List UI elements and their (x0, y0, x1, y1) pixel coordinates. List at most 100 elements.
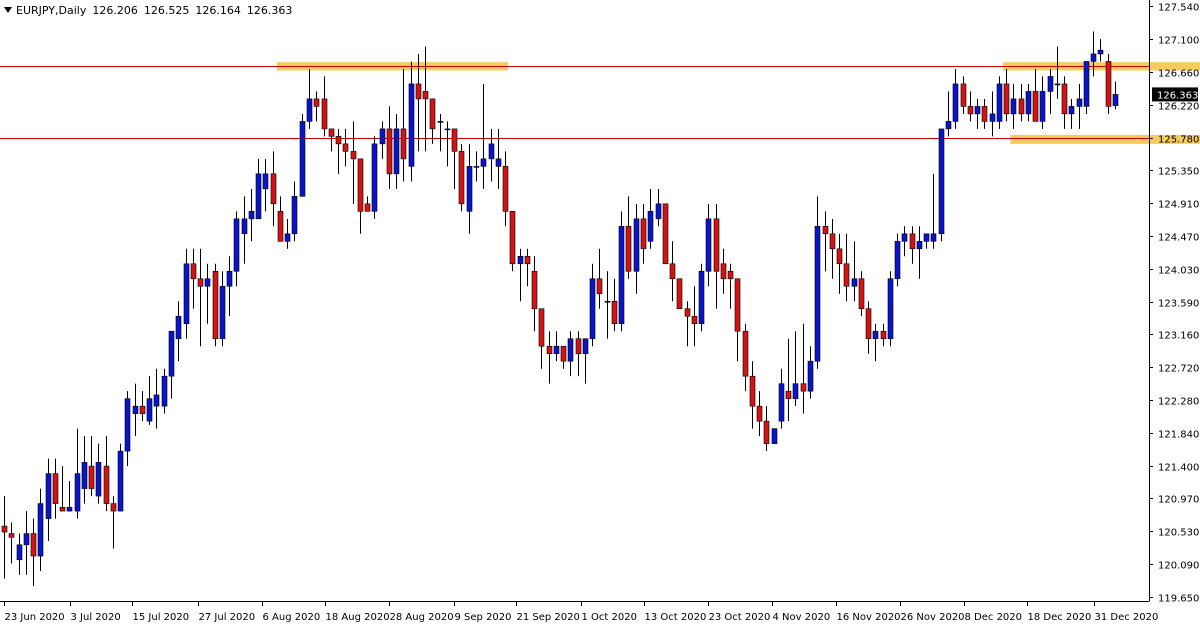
candle-body-bear (800, 383, 807, 392)
x-tick-label: 18 Aug 2020 (326, 612, 390, 623)
x-tick-label: 8 Dec 2020 (965, 612, 1023, 623)
x-tick-label: 23 Oct 2020 (709, 612, 771, 623)
candle-body-bear (335, 136, 342, 145)
candle[interactable] (212, 263, 219, 347)
candle[interactable] (676, 278, 683, 310)
candle-body-bear (458, 151, 465, 205)
candle-body-bull (916, 240, 923, 250)
candle-body-bear (1, 525, 8, 533)
candle[interactable] (1105, 53, 1112, 114)
x-tick-label: 28 Aug 2020 (390, 612, 454, 623)
candle-body-bull (393, 128, 400, 175)
candle-body-bull (175, 315, 182, 340)
y-tick-label: 119.650 (1158, 594, 1199, 605)
candle-body-bull (291, 196, 298, 235)
low-value: 126.164 (195, 4, 241, 17)
x-tick-label: 26 Nov 2020 (901, 612, 965, 623)
y-tick-label: 126.220 (1158, 102, 1199, 113)
candle-body-bear (880, 330, 887, 340)
candle-body-bull (1025, 91, 1032, 115)
y-tick-label: 123.590 (1158, 299, 1199, 310)
candle-body-bull (437, 121, 444, 123)
candle-body-bull (582, 338, 589, 355)
candle[interactable] (458, 143, 465, 212)
candle-body-bear (524, 255, 531, 265)
candle[interactable] (618, 211, 625, 332)
candle-body-bear (270, 173, 277, 205)
x-tick-label: 4 Nov 2020 (773, 612, 831, 623)
candle[interactable] (299, 113, 306, 197)
y-tick-label: 124.910 (1158, 200, 1199, 211)
candle-body-bear (103, 465, 110, 504)
candle-body-bull (1076, 98, 1083, 107)
candle[interactable] (996, 76, 1003, 129)
candle[interactable] (698, 263, 705, 332)
candle-body-bear (611, 300, 618, 325)
candle-body-bear (509, 211, 516, 265)
candle-body-bull (16, 544, 23, 561)
candle-body-bull (604, 300, 611, 303)
candle[interactable] (771, 428, 778, 444)
y-tick-label: 120.970 (1158, 495, 1199, 506)
candle-body-bear (1061, 83, 1068, 115)
candle-body-bear (575, 338, 582, 355)
candle-body-bull (488, 143, 495, 160)
candle-body-bear (415, 83, 422, 100)
x-tick-label: 23 Jun 2020 (5, 612, 65, 623)
current-price-label: 126.363 (1157, 90, 1198, 101)
candle-body-bull (74, 473, 81, 512)
candle-body-bull (814, 226, 821, 362)
x-tick-label: 1 Oct 2020 (582, 612, 637, 623)
dropdown-triangle-icon[interactable] (4, 7, 12, 13)
candle-body-bull (117, 450, 124, 512)
candle-body-bull (146, 398, 153, 422)
candle-body-bear (967, 106, 974, 115)
chart-area[interactable]: 127.540 127.100 126.660 126.220 125.780 125.3… (0, 0, 1200, 627)
candlestick-chart[interactable]: 127.540 127.100 126.660 126.220 125.780 125.3… (0, 0, 1200, 627)
x-tick-label: 31 Dec 2020 (1095, 612, 1159, 623)
candle-body-bull (1090, 53, 1097, 62)
candle-body-bear (909, 233, 916, 250)
candle-body-bear (640, 218, 647, 250)
candle-body-bear (1003, 83, 1010, 115)
candle-body-bull (284, 233, 291, 242)
x-tick-label: 15 Jul 2020 (133, 612, 190, 623)
candle-body-bull (872, 330, 879, 340)
candle-body-bear (88, 465, 95, 489)
candle-body-bear (357, 158, 364, 212)
candle-body-bear (742, 330, 749, 377)
y-tick-label: 120.090 (1158, 561, 1199, 572)
candle-body-bull (132, 405, 139, 414)
candle[interactable] (887, 271, 894, 347)
candle-body-bear (422, 91, 429, 100)
candle-body-bear (676, 278, 683, 310)
candle-body-bear (212, 270, 219, 340)
candle-body-bull (473, 166, 480, 168)
candle-body-bear (328, 128, 335, 137)
candle-body-bull (23, 533, 30, 546)
candle[interactable] (117, 443, 124, 512)
candle-body-bull (153, 394, 160, 407)
candle-body-bull (241, 218, 248, 235)
candle[interactable] (509, 211, 516, 272)
candle-body-bear (546, 345, 553, 355)
candle-body-bear (531, 270, 538, 310)
candle-body-bull (938, 128, 945, 235)
candle-body-bear (865, 308, 872, 340)
candle-body-bull (930, 233, 937, 242)
candle-body-bear (763, 420, 770, 444)
candle-body-bull (778, 383, 785, 422)
candle[interactable] (938, 128, 945, 242)
y-tick-label: 121.840 (1158, 430, 1199, 441)
candle-body-bear (669, 263, 676, 280)
candle-body-bull (771, 428, 778, 444)
candle[interactable] (371, 136, 378, 219)
candle-body-bear (400, 128, 407, 160)
candle-body-bear (713, 218, 720, 272)
candle-body-bull (226, 270, 233, 287)
candle[interactable] (662, 203, 669, 265)
candle[interactable] (1083, 61, 1090, 114)
candle[interactable] (894, 233, 901, 287)
candle-body-bull (1083, 61, 1090, 107)
candle-body-bull (1112, 94, 1119, 106)
